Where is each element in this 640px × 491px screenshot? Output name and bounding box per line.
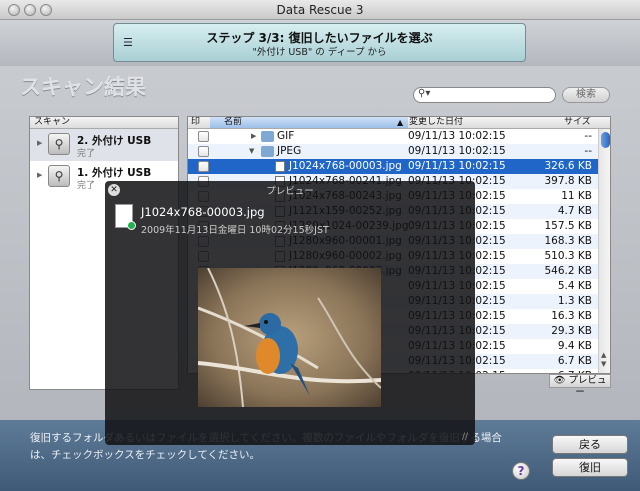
file-size: 9.4 KB — [557, 340, 592, 352]
file-size: 157.5 KB — [544, 220, 593, 232]
help-button[interactable]: ? — [512, 462, 530, 480]
preview-filename: J1024x768-00003.jpg — [141, 205, 265, 219]
row-checkbox[interactable] — [198, 161, 209, 172]
scan-item-status: 完了 — [77, 181, 96, 191]
jpeg-file-icon — [275, 161, 285, 172]
page-title: スキャン結果 — [20, 75, 146, 99]
file-size: 1.3 KB — [557, 295, 592, 307]
disclosure-triangle-icon[interactable]: ▶ — [37, 139, 42, 147]
preview-panel: ✕ プレビュー J1024x768-00003.jpg 2009年11月13日金… — [105, 181, 475, 445]
kingfisher-photo — [198, 268, 381, 407]
file-size: 510.3 KB — [544, 250, 593, 262]
status-dot-icon — [127, 221, 136, 230]
recover-button[interactable]: 復旧 — [552, 458, 628, 477]
file-date: 09/11/13 10:02:15 — [408, 130, 506, 142]
file-size: 326.6 KB — [544, 160, 593, 172]
file-name: GIF — [277, 130, 295, 142]
resize-grip-icon[interactable]: ∕∕ — [462, 432, 468, 442]
preview-title: プレビュー — [266, 186, 314, 197]
file-date: 09/11/13 10:02:15 — [408, 160, 506, 172]
search-button[interactable]: 検索 — [562, 87, 610, 103]
table-header: 印 名前 ▲ 変更した日付 サイズ — [188, 117, 610, 129]
app-window: Data Rescue 3 ☰ ステップ 3/3: 復旧したいファイルを選ぶ "… — [0, 0, 640, 491]
column-header-size[interactable]: サイズ — [564, 117, 591, 128]
scrollbar-thumb[interactable] — [601, 132, 610, 148]
file-size: 29.3 KB — [551, 325, 592, 337]
row-checkbox[interactable] — [198, 131, 209, 142]
column-header-name-label: 名前 — [224, 117, 243, 127]
column-header-modified[interactable]: 変更した日付 — [409, 117, 463, 128]
scan-item[interactable]: ▶ ⚲ 2. 外付け USB 完了 — [30, 129, 178, 161]
sort-ascending-icon: ▲ — [397, 118, 404, 127]
back-button[interactable]: 戻る — [552, 435, 628, 454]
disclosure-triangle-icon[interactable]: ▶ — [251, 132, 256, 140]
preview-date: 2009年11月13日金曜日 10時02分15秒JST — [141, 225, 329, 236]
scan-item-status: 完了 — [77, 149, 96, 159]
search-icon[interactable]: ⚲▾ — [418, 88, 430, 99]
file-size: 16.3 KB — [551, 310, 592, 322]
disclosure-triangle-icon[interactable]: ▶ — [37, 171, 42, 179]
file-size: 5.4 KB — [557, 280, 592, 292]
file-size: -- — [584, 145, 592, 157]
file-size: 6.7 KB — [557, 355, 592, 367]
window-title: Data Rescue 3 — [276, 3, 364, 17]
folder-icon — [261, 146, 274, 157]
file-size: 11 KB — [561, 190, 592, 202]
file-size: 397.8 KB — [544, 175, 593, 187]
eye-icon: 👁 — [553, 375, 566, 386]
file-name: JPEG — [277, 145, 302, 157]
search-box[interactable]: ⚲▾ — [413, 87, 556, 103]
row-checkbox[interactable] — [198, 146, 209, 157]
toolbar: ☰ ステップ 3/3: 復旧したいファイルを選ぶ "外付け USB" の ディー… — [0, 20, 640, 66]
step-subtitle: "外付け USB" の ディープ から — [252, 47, 387, 58]
disclosure-triangle-icon[interactable]: ▼ — [249, 147, 254, 155]
file-name: J1024x768-00003.jpg — [289, 160, 402, 172]
step-banner: ☰ ステップ 3/3: 復旧したいファイルを選ぶ "外付け USB" の ディー… — [113, 23, 526, 62]
magnifier-drive-icon: ⚲ — [48, 133, 70, 155]
column-header-mark[interactable]: 印 — [191, 117, 200, 128]
scan-list-header: スキャン — [30, 117, 178, 129]
table-row[interactable]: ▶ GIF 09/11/13 10:02:15 -- — [188, 129, 598, 144]
table-row[interactable]: J1024x768-00003.jpg 09/11/13 10:02:15 326.… — [188, 159, 598, 174]
scroll-arrows-icon[interactable]: ▲ ▼ — [601, 351, 606, 369]
column-header-name[interactable]: 名前 ▲ — [210, 117, 408, 128]
table-row[interactable]: ▼ JPEG 09/11/13 10:02:15 -- — [188, 144, 598, 159]
magnifier-drive-icon: ⚲ — [48, 165, 70, 187]
file-size: 4.7 KB — [557, 205, 592, 217]
file-size: -- — [584, 130, 592, 142]
vertical-scrollbar[interactable]: ▲ ▼ — [598, 129, 610, 373]
search-input[interactable] — [432, 89, 550, 101]
file-date: 09/11/13 10:02:15 — [408, 145, 506, 157]
folder-icon — [261, 131, 274, 142]
title-bar: Data Rescue 3 — [0, 0, 640, 20]
file-size: 168.3 KB — [544, 235, 593, 247]
preview-button[interactable]: 👁 プレビュー — [549, 374, 611, 398]
file-size: 546.2 KB — [544, 265, 593, 277]
